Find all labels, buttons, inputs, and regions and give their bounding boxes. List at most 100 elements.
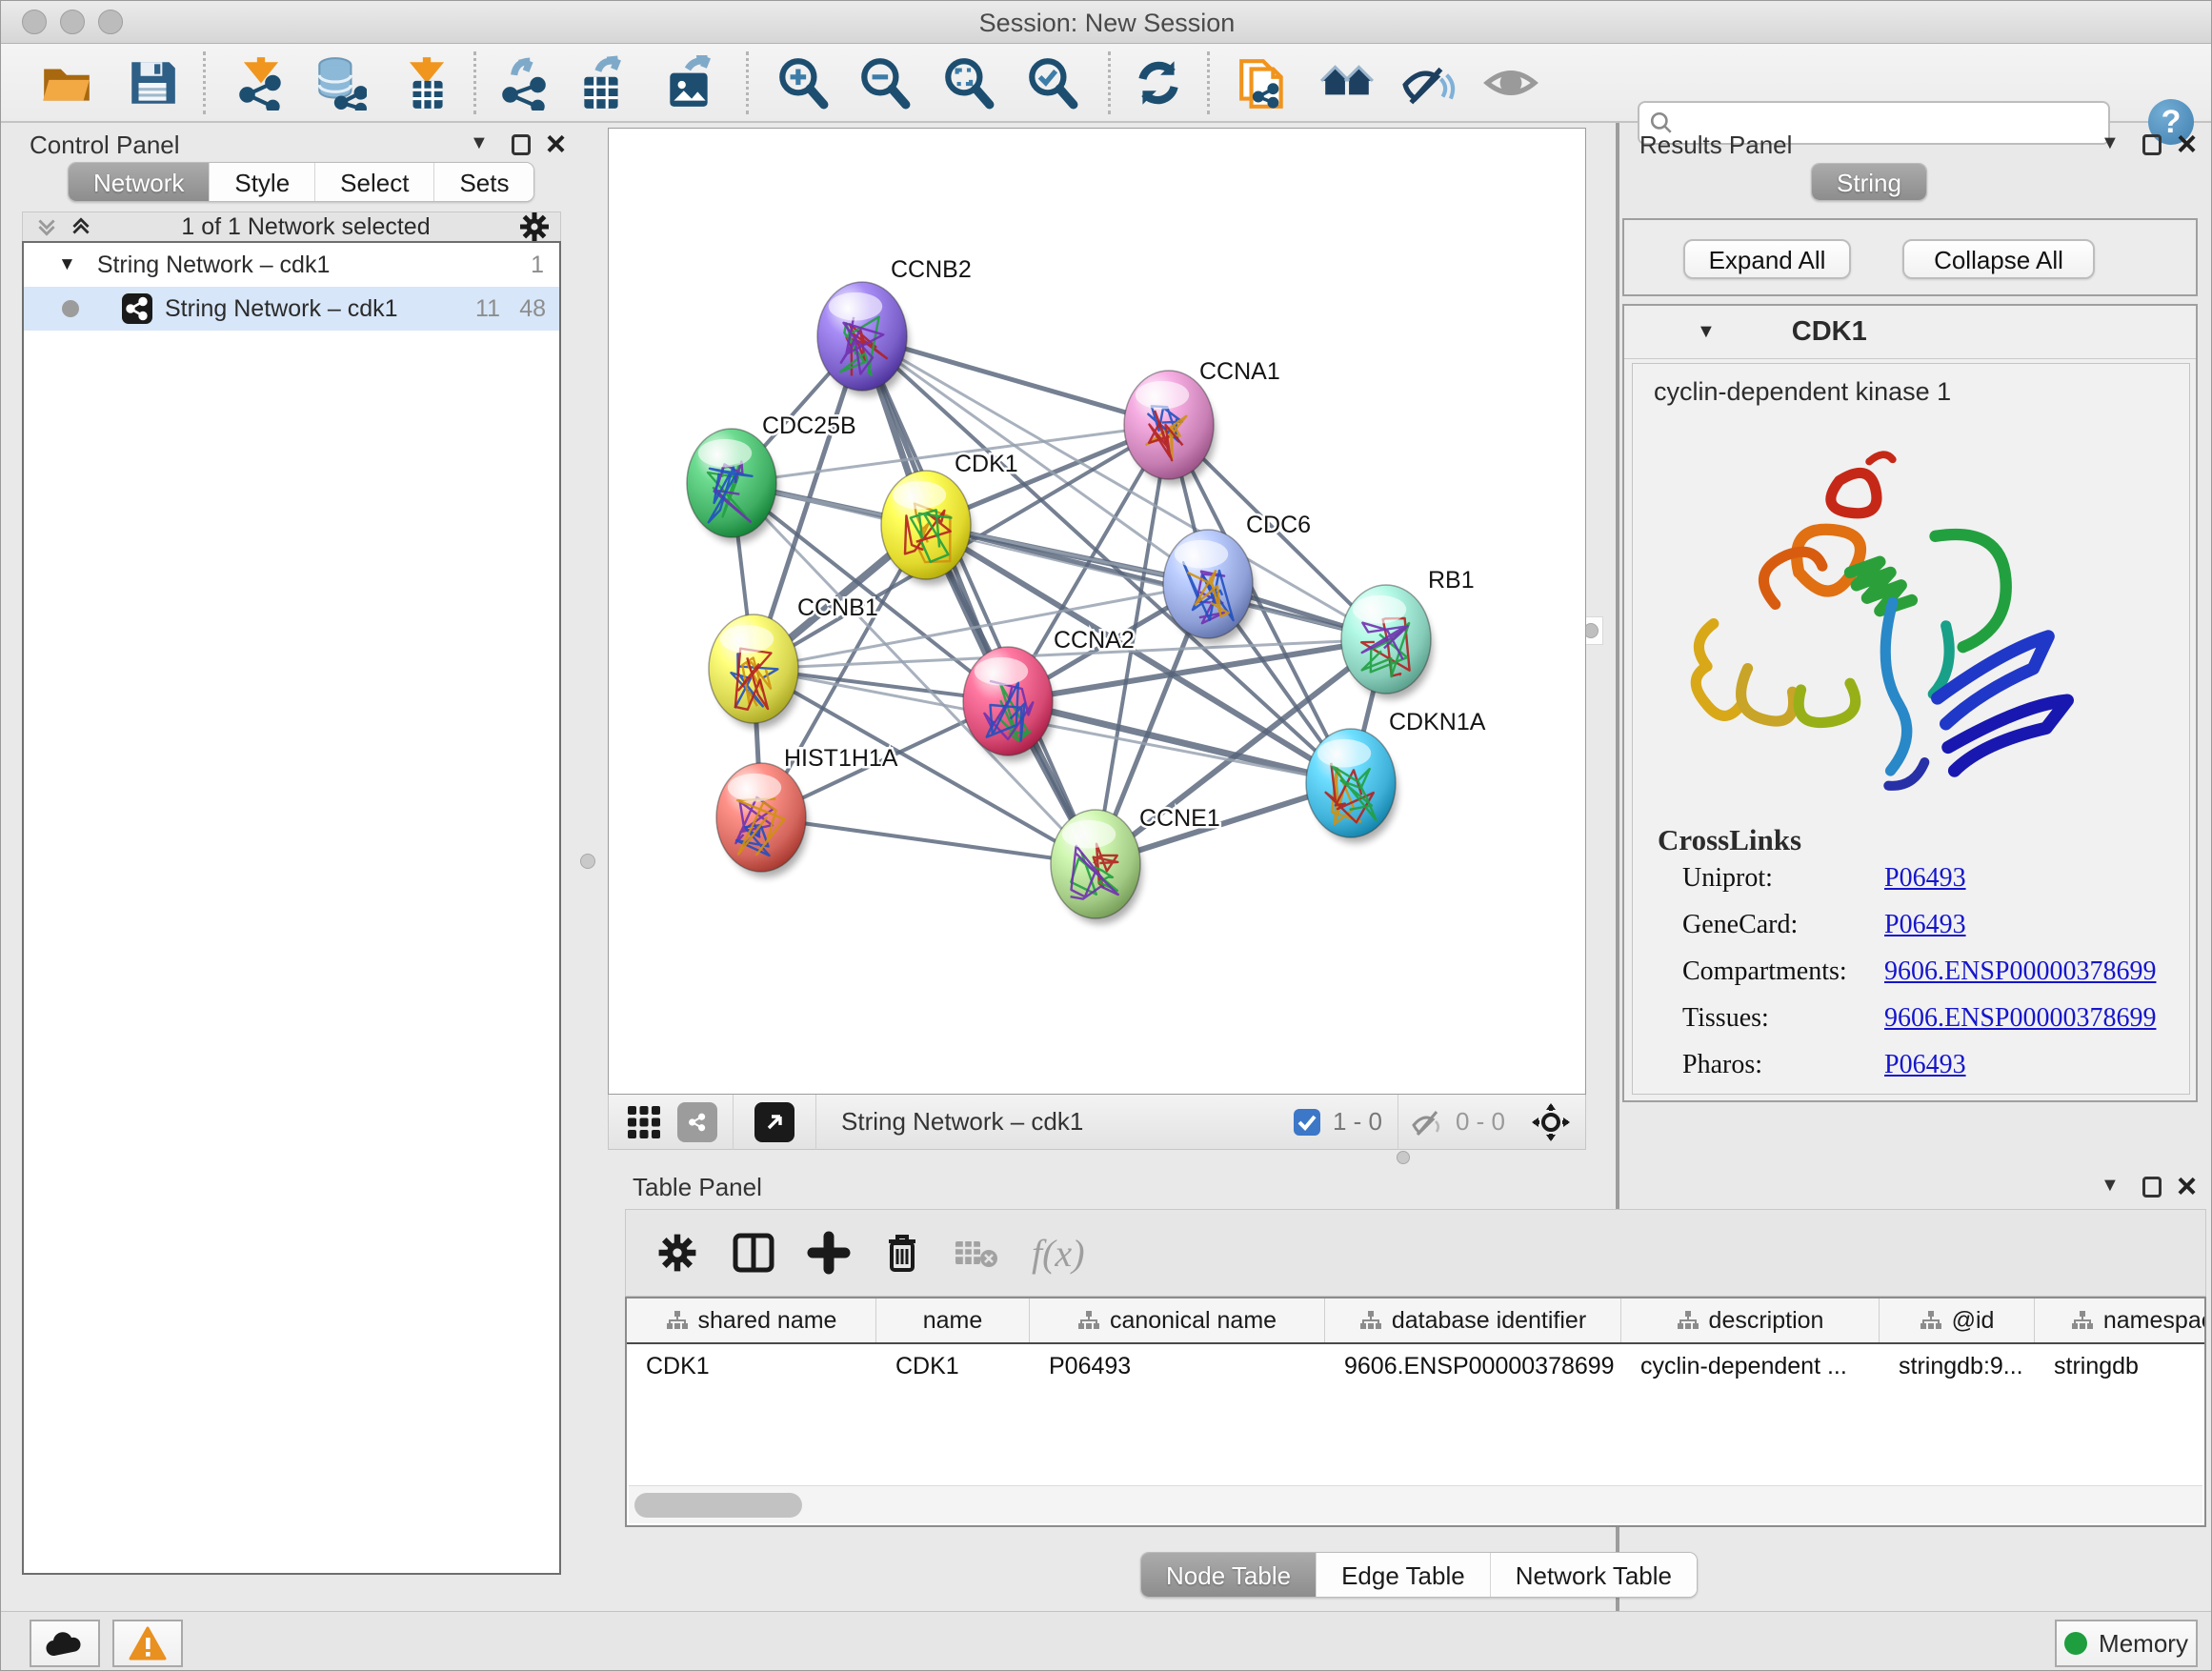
results-panel-float-icon[interactable] (2142, 134, 2162, 155)
network-node-ccnb2[interactable]: CCNB2 (817, 256, 972, 396)
network-column-icon (1077, 1310, 1100, 1331)
collection-expand-caret[interactable]: ▼ (58, 254, 76, 275)
crosslink-link[interactable]: P06493 (1884, 863, 1966, 894)
save-session-icon[interactable] (125, 55, 180, 111)
table-cell[interactable]: stringdb:9... (1880, 1344, 2035, 1390)
export-table-icon[interactable] (574, 55, 630, 111)
crosslink-link[interactable]: P06493 (1884, 910, 1966, 940)
show-columns-icon[interactable] (731, 1230, 776, 1276)
control-panel-float-icon[interactable] (512, 134, 531, 155)
table-panel-float-icon[interactable] (2142, 1177, 2162, 1198)
table-panel-collapse-icon[interactable]: ▼ (2101, 1175, 2120, 1197)
tab-string[interactable]: String (1812, 164, 1926, 200)
selected-checkbox-icon[interactable] (1293, 1108, 1321, 1137)
network-node-ccnb1[interactable]: CCNB1 (709, 594, 878, 729)
gene-expand-caret[interactable]: ▼ (1697, 321, 1716, 343)
control-panel-close-icon[interactable]: × (546, 132, 566, 155)
crosslink-row: Compartments:9606.ENSP00000378699 (1682, 956, 2189, 987)
tab-style[interactable]: Style (210, 163, 315, 201)
table-cell[interactable]: stringdb (2035, 1344, 2206, 1390)
crosslinks-list: Uniprot:P06493GeneCard:P06493Compartment… (1682, 863, 2189, 1080)
zoom-out-icon[interactable] (856, 55, 912, 111)
import-network-database-icon[interactable] (312, 55, 367, 111)
table-cell[interactable]: P06493 (1030, 1344, 1325, 1390)
network-node-cdk1[interactable]: CDK1 (881, 451, 1018, 585)
table-panel-close-icon[interactable]: × (2177, 1175, 2197, 1198)
table-options-gear-icon[interactable] (656, 1232, 698, 1274)
create-column-icon[interactable] (807, 1231, 851, 1275)
refresh-icon[interactable] (1131, 55, 1186, 111)
column-header-description[interactable]: description (1621, 1299, 1880, 1342)
table-cell[interactable]: 9606.ENSP00000378699 (1325, 1344, 1621, 1390)
string-home-icon[interactable] (1319, 55, 1375, 111)
hide-glass-icon[interactable] (1401, 55, 1457, 111)
network-node-cdc6[interactable]: CDC6 (1163, 512, 1311, 644)
collapse-all-networks-icon[interactable] (34, 214, 59, 239)
crosslink-link[interactable]: 9606.ENSP00000378699 (1884, 1003, 2156, 1034)
table-cell[interactable]: CDK1 (876, 1344, 1030, 1390)
table-row[interactable]: CDK1CDK1P064939606.ENSP00000378699cyclin… (627, 1344, 2204, 1390)
network-node-ccne1[interactable]: CCNE1 (1051, 805, 1220, 924)
tab-network-table[interactable]: Network Table (1491, 1553, 1697, 1597)
column-header-shared-name[interactable]: shared name (627, 1299, 876, 1342)
network-node-rb1[interactable]: RB1 (1341, 567, 1475, 699)
import-table-icon[interactable] (399, 55, 454, 111)
network-options-gear-icon[interactable] (518, 211, 551, 243)
pan-crosshair-icon[interactable] (1530, 1101, 1572, 1143)
table-cell[interactable]: cyclin-dependent ... (1621, 1344, 1880, 1390)
open-session-icon[interactable] (39, 55, 94, 111)
column-header-database-identifier[interactable]: database identifier (1325, 1299, 1621, 1342)
tab-edge-table[interactable]: Edge Table (1317, 1553, 1491, 1597)
warning-button[interactable] (112, 1620, 183, 1667)
column-header-canonical-name[interactable]: canonical name (1030, 1299, 1325, 1342)
network-row-selected[interactable]: String Network – cdk1 11 48 (24, 287, 559, 331)
show-glass-icon[interactable] (1483, 55, 1538, 111)
network-collection-row[interactable]: ▼ String Network – cdk1 1 (24, 243, 559, 287)
zoom-in-icon[interactable] (774, 55, 830, 111)
node-label-cdkn1a: CDKN1A (1389, 709, 1486, 735)
column-header-namespace[interactable]: namespace (2035, 1299, 2206, 1342)
control-panel-collapse-icon[interactable]: ▼ (470, 132, 489, 154)
crosslink-link[interactable]: 9606.ENSP00000378699 (1884, 956, 2156, 987)
column-header--id[interactable]: @id (1880, 1299, 2035, 1342)
scrollbar-thumb[interactable] (634, 1493, 802, 1518)
network-canvas[interactable]: CCNB2CCNA1CDC25BCDK1CDC6RB1CCNB1CCNA2CDK… (608, 128, 1586, 1095)
table-cell[interactable]: CDK1 (627, 1344, 876, 1390)
network-list: ▼ String Network – cdk1 1 String Network… (22, 241, 561, 1575)
network-edge[interactable] (862, 336, 1096, 864)
grid-view-icon[interactable] (626, 1104, 662, 1140)
network-share-view-icon[interactable] (677, 1102, 717, 1142)
cloud-button[interactable] (30, 1620, 100, 1667)
expand-all-button[interactable]: Expand All (1683, 239, 1851, 279)
memory-button[interactable]: Memory (2055, 1620, 2198, 1667)
expand-all-networks-icon[interactable] (69, 214, 93, 239)
network-node-ccna1[interactable]: CCNA1 (1124, 358, 1280, 485)
export-image-icon[interactable] (662, 55, 717, 111)
tab-select[interactable]: Select (315, 163, 434, 201)
network-node-hist1h1a[interactable]: HIST1H1A (716, 745, 898, 877)
tab-sets[interactable]: Sets (434, 163, 533, 201)
gene-header[interactable]: ▼ CDK1 (1624, 306, 2196, 359)
network-edge[interactable] (761, 817, 1096, 864)
zoom-fit-icon[interactable] (940, 55, 995, 111)
left-splitter-handle[interactable] (580, 854, 595, 869)
results-panel-collapse-icon[interactable]: ▼ (2101, 132, 2120, 154)
bottom-splitter-handle[interactable] (1397, 1151, 1410, 1164)
results-panel-close-icon[interactable]: × (2177, 132, 2197, 155)
collapse-all-button[interactable]: Collapse All (1902, 239, 2095, 279)
export-network-icon[interactable] (496, 55, 552, 111)
network-node-cdkn1a[interactable]: CDKN1A (1306, 709, 1486, 843)
string-import-icon[interactable] (1236, 55, 1291, 111)
table-horizontal-scrollbar[interactable] (629, 1485, 2202, 1523)
crosslink-link[interactable]: P06493 (1884, 1050, 1966, 1080)
tab-node-table[interactable]: Node Table (1141, 1553, 1317, 1597)
crosslink-label: Uniprot: (1682, 863, 1884, 894)
toolbar-separator (473, 51, 476, 114)
birds-eye-view-icon[interactable] (754, 1102, 794, 1142)
zoom-selected-icon[interactable] (1024, 55, 1079, 111)
tab-network[interactable]: Network (69, 163, 210, 201)
delete-column-icon[interactable] (881, 1230, 923, 1276)
toolbar-separator (1207, 51, 1210, 114)
import-network-file-icon[interactable] (233, 55, 289, 111)
column-header-name[interactable]: name (876, 1299, 1030, 1342)
